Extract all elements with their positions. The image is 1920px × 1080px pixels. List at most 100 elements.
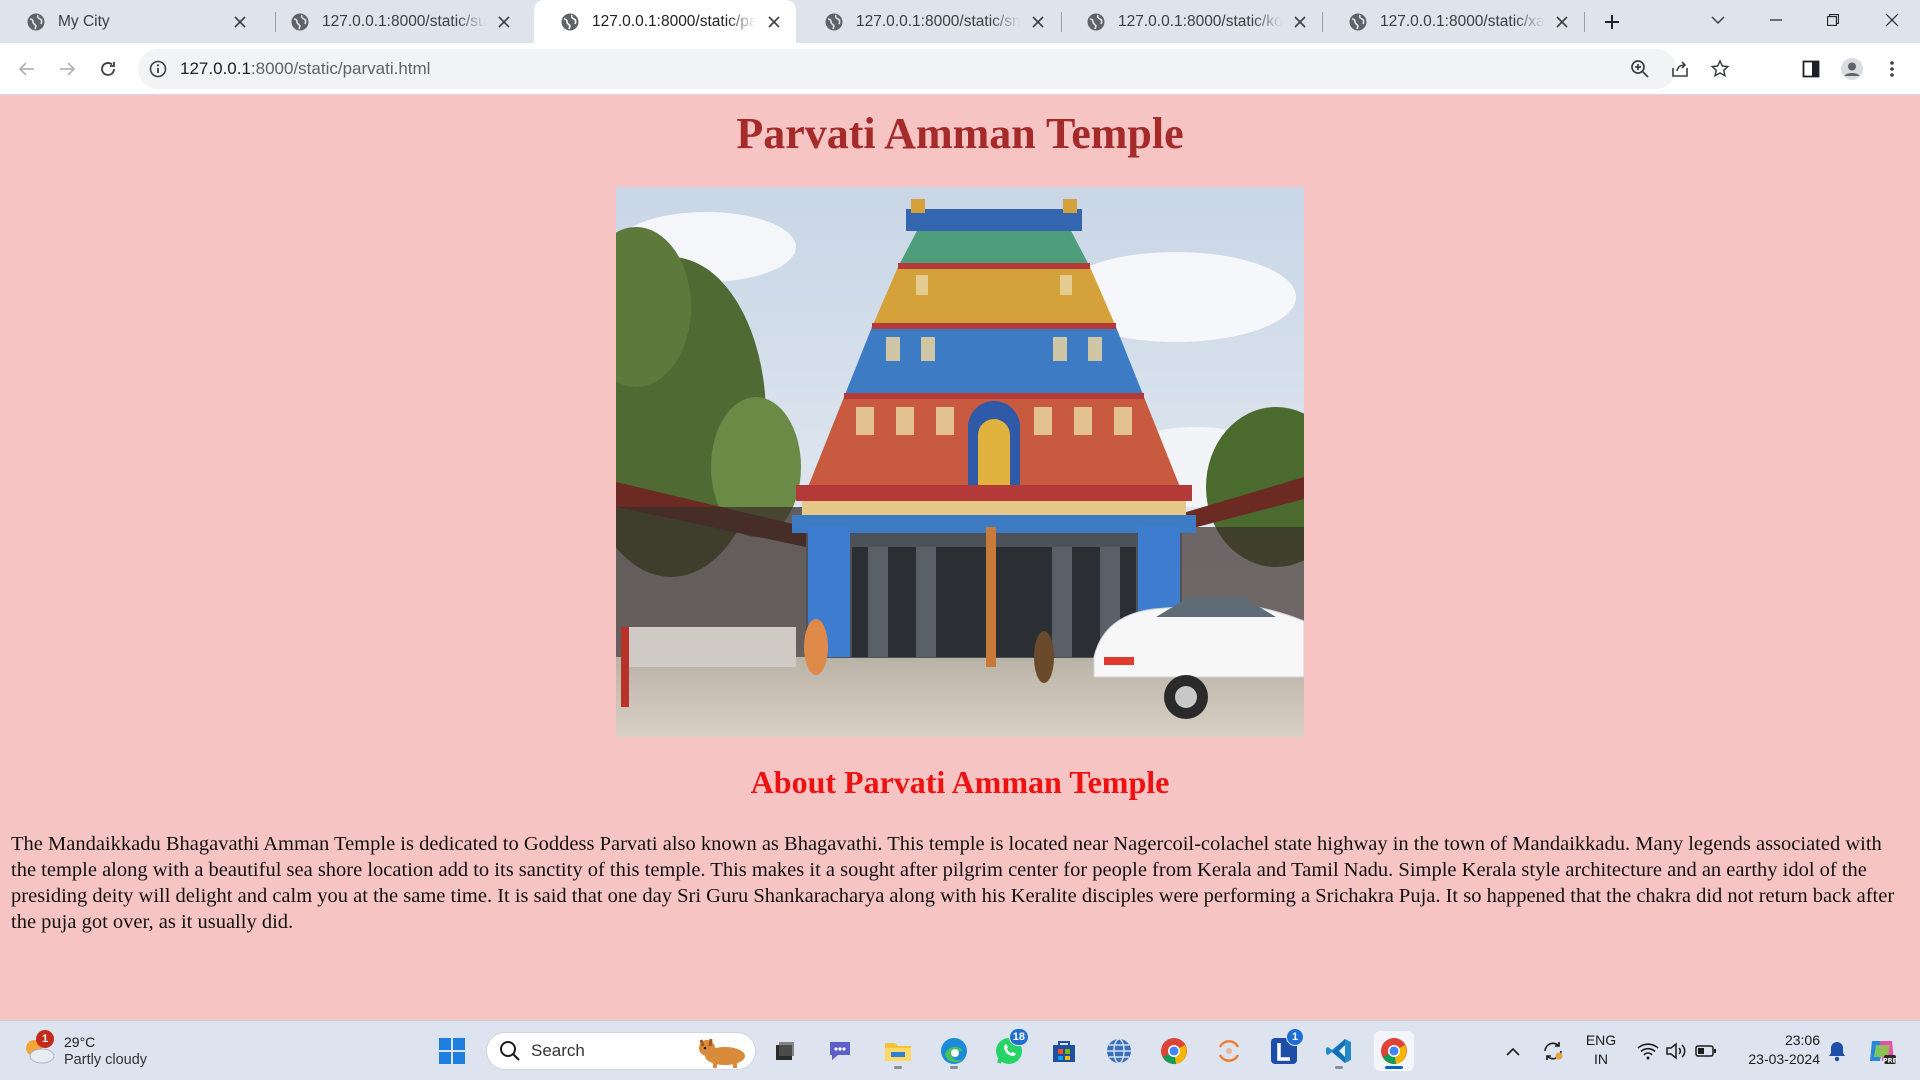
- globe-icon: [1349, 13, 1367, 30]
- chat-app-button[interactable]: [820, 1031, 860, 1071]
- l-app-badge: 1: [1286, 1028, 1304, 1046]
- copilot-button[interactable]: PRE: [1862, 1031, 1902, 1071]
- globe-icon: [825, 13, 843, 30]
- close-window-button[interactable]: [1864, 0, 1920, 40]
- whatsapp-badge: 18: [1008, 1028, 1029, 1046]
- new-tab-button[interactable]: [1598, 8, 1626, 36]
- windows-taskbar: 1 29°C Partly cloudy Search 18 1 ENG IN …: [0, 1020, 1920, 1080]
- chrome-button[interactable]: [1154, 1031, 1194, 1071]
- arrow-left-icon: [18, 62, 34, 76]
- tab-suchindram[interactable]: 127.0.0.1:8000/static/suchindram.html: [264, 0, 526, 43]
- close-tab-icon[interactable]: [1290, 12, 1310, 32]
- taskbar-search[interactable]: Search: [486, 1032, 756, 1070]
- start-button[interactable]: [432, 1031, 472, 1071]
- close-tab-icon[interactable]: [230, 12, 250, 32]
- forward-button[interactable]: [51, 53, 83, 85]
- close-tab-icon[interactable]: [1552, 12, 1572, 32]
- side-panel-icon: [1802, 60, 1820, 78]
- plus-icon: [1605, 15, 1619, 29]
- tab-strip: My City 127.0.0.1:8000/static/suchindram…: [0, 0, 1920, 43]
- info-icon[interactable]: [148, 59, 168, 79]
- globe-icon: [1087, 13, 1105, 30]
- weather-widget[interactable]: 1 29°C Partly cloudy: [22, 1029, 147, 1073]
- minimize-button[interactable]: [1748, 0, 1804, 40]
- url-text: 127.0.0.1:8000/static/parvati.html: [180, 59, 430, 79]
- tab-xavier[interactable]: 127.0.0.1:8000/static/xavier.html: [1322, 0, 1584, 43]
- vpn-app-button[interactable]: [1099, 1031, 1139, 1071]
- back-button[interactable]: [11, 53, 43, 85]
- l-app-button[interactable]: 1: [1264, 1028, 1304, 1071]
- tab-title: 127.0.0.1:8000/static/suchindram.html: [322, 12, 486, 30]
- web-page: Parvati Amman Temple About Parvati Amman…: [0, 96, 1920, 1020]
- store-icon: [1053, 1041, 1075, 1062]
- volume-status[interactable]: [1662, 1031, 1690, 1071]
- wifi-status[interactable]: [1634, 1031, 1662, 1071]
- restore-button[interactable]: [1805, 0, 1861, 40]
- bookmark-star-icon[interactable]: [1708, 57, 1732, 81]
- vscode-button[interactable]: [1319, 1031, 1359, 1071]
- folder-icon: [885, 1043, 911, 1061]
- running-indicator: [894, 1066, 902, 1069]
- tab-parvati[interactable]: 127.0.0.1:8000/static/parvati.html: [534, 0, 796, 43]
- search-label: Search: [531, 1041, 585, 1060]
- kebab-menu-icon: [1890, 61, 1894, 77]
- edge-icon: [941, 1038, 967, 1064]
- copilot-icon: PRE: [1870, 1041, 1897, 1065]
- orbit-icon: [1218, 1040, 1240, 1062]
- close-tab-icon[interactable]: [1028, 12, 1048, 32]
- menu-button[interactable]: [1876, 53, 1908, 85]
- tab-separator: [1584, 12, 1585, 32]
- temple-image: [616, 187, 1304, 737]
- notifications-button[interactable]: [1822, 1031, 1852, 1071]
- whatsapp-button[interactable]: 18: [989, 1028, 1029, 1071]
- reload-icon: [101, 62, 115, 76]
- chevron-up-icon: [1506, 1047, 1520, 1056]
- running-indicator: [950, 1066, 958, 1069]
- profile-avatar-icon: [1841, 58, 1863, 80]
- about-paragraph: The Mandaikkadu Bhagavathi Amman Temple …: [11, 833, 1895, 933]
- store-button[interactable]: [1044, 1031, 1084, 1071]
- globe-icon: [561, 13, 579, 30]
- system-clock[interactable]: 23:06 23-03-2024: [1730, 1031, 1820, 1069]
- temple-photo: [616, 187, 1304, 737]
- region-code: IN: [1594, 1051, 1608, 1067]
- share-icon[interactable]: [1668, 57, 1692, 81]
- battery-status[interactable]: [1692, 1031, 1720, 1071]
- address-bar[interactable]: 127.0.0.1:8000/static/parvati.html: [138, 49, 1730, 89]
- side-panel-button[interactable]: [1795, 53, 1827, 85]
- weather-temp: 29°C: [64, 1034, 96, 1050]
- arrow-right-icon: [60, 62, 76, 76]
- weather-icon: 1: [22, 1030, 56, 1068]
- weather-condition: Partly cloudy: [64, 1052, 148, 1068]
- search-highlight-dog-icon: [699, 1038, 745, 1068]
- edge-button[interactable]: [934, 1031, 974, 1071]
- close-tab-icon[interactable]: [494, 12, 514, 32]
- browser-toolbar: 127.0.0.1:8000/static/parvati.html: [0, 43, 1920, 95]
- close-tab-icon[interactable]: [764, 12, 784, 32]
- task-view-button[interactable]: [765, 1031, 805, 1071]
- clock-date: 23-03-2024: [1748, 1051, 1820, 1067]
- tab-sn[interactable]: 127.0.0.1:8000/static/sn.html: [798, 0, 1060, 43]
- chrome-active-button[interactable]: [1374, 1031, 1414, 1071]
- tab-my-city[interactable]: My City: [0, 0, 262, 43]
- sync-tray-button[interactable]: [1538, 1031, 1568, 1071]
- chrome-icon: [1161, 1038, 1187, 1065]
- language-indicator[interactable]: ENG IN: [1578, 1031, 1624, 1069]
- tab-search-button[interactable]: [1690, 0, 1746, 40]
- profile-button[interactable]: [1836, 53, 1868, 85]
- windows-logo-icon: [439, 1038, 465, 1064]
- wifi-icon: [1637, 1043, 1659, 1060]
- globe-icon: [27, 13, 45, 30]
- minimize-icon: [1770, 19, 1782, 21]
- tab-title: 127.0.0.1:8000/static/sn.html: [856, 12, 1020, 30]
- zoom-icon[interactable]: [1628, 57, 1652, 81]
- show-hidden-icons-button[interactable]: [1500, 1031, 1526, 1071]
- sync-app-button[interactable]: [1209, 1031, 1249, 1071]
- vscode-icon: [1326, 1039, 1351, 1063]
- file-explorer-button[interactable]: [878, 1031, 918, 1071]
- battery-icon: [1695, 1045, 1716, 1057]
- reload-button[interactable]: [92, 53, 124, 85]
- tab-kottar[interactable]: 127.0.0.1:8000/static/kottar.html: [1060, 0, 1322, 43]
- language-code: ENG: [1585, 1032, 1617, 1048]
- active-indicator: [1385, 1066, 1403, 1069]
